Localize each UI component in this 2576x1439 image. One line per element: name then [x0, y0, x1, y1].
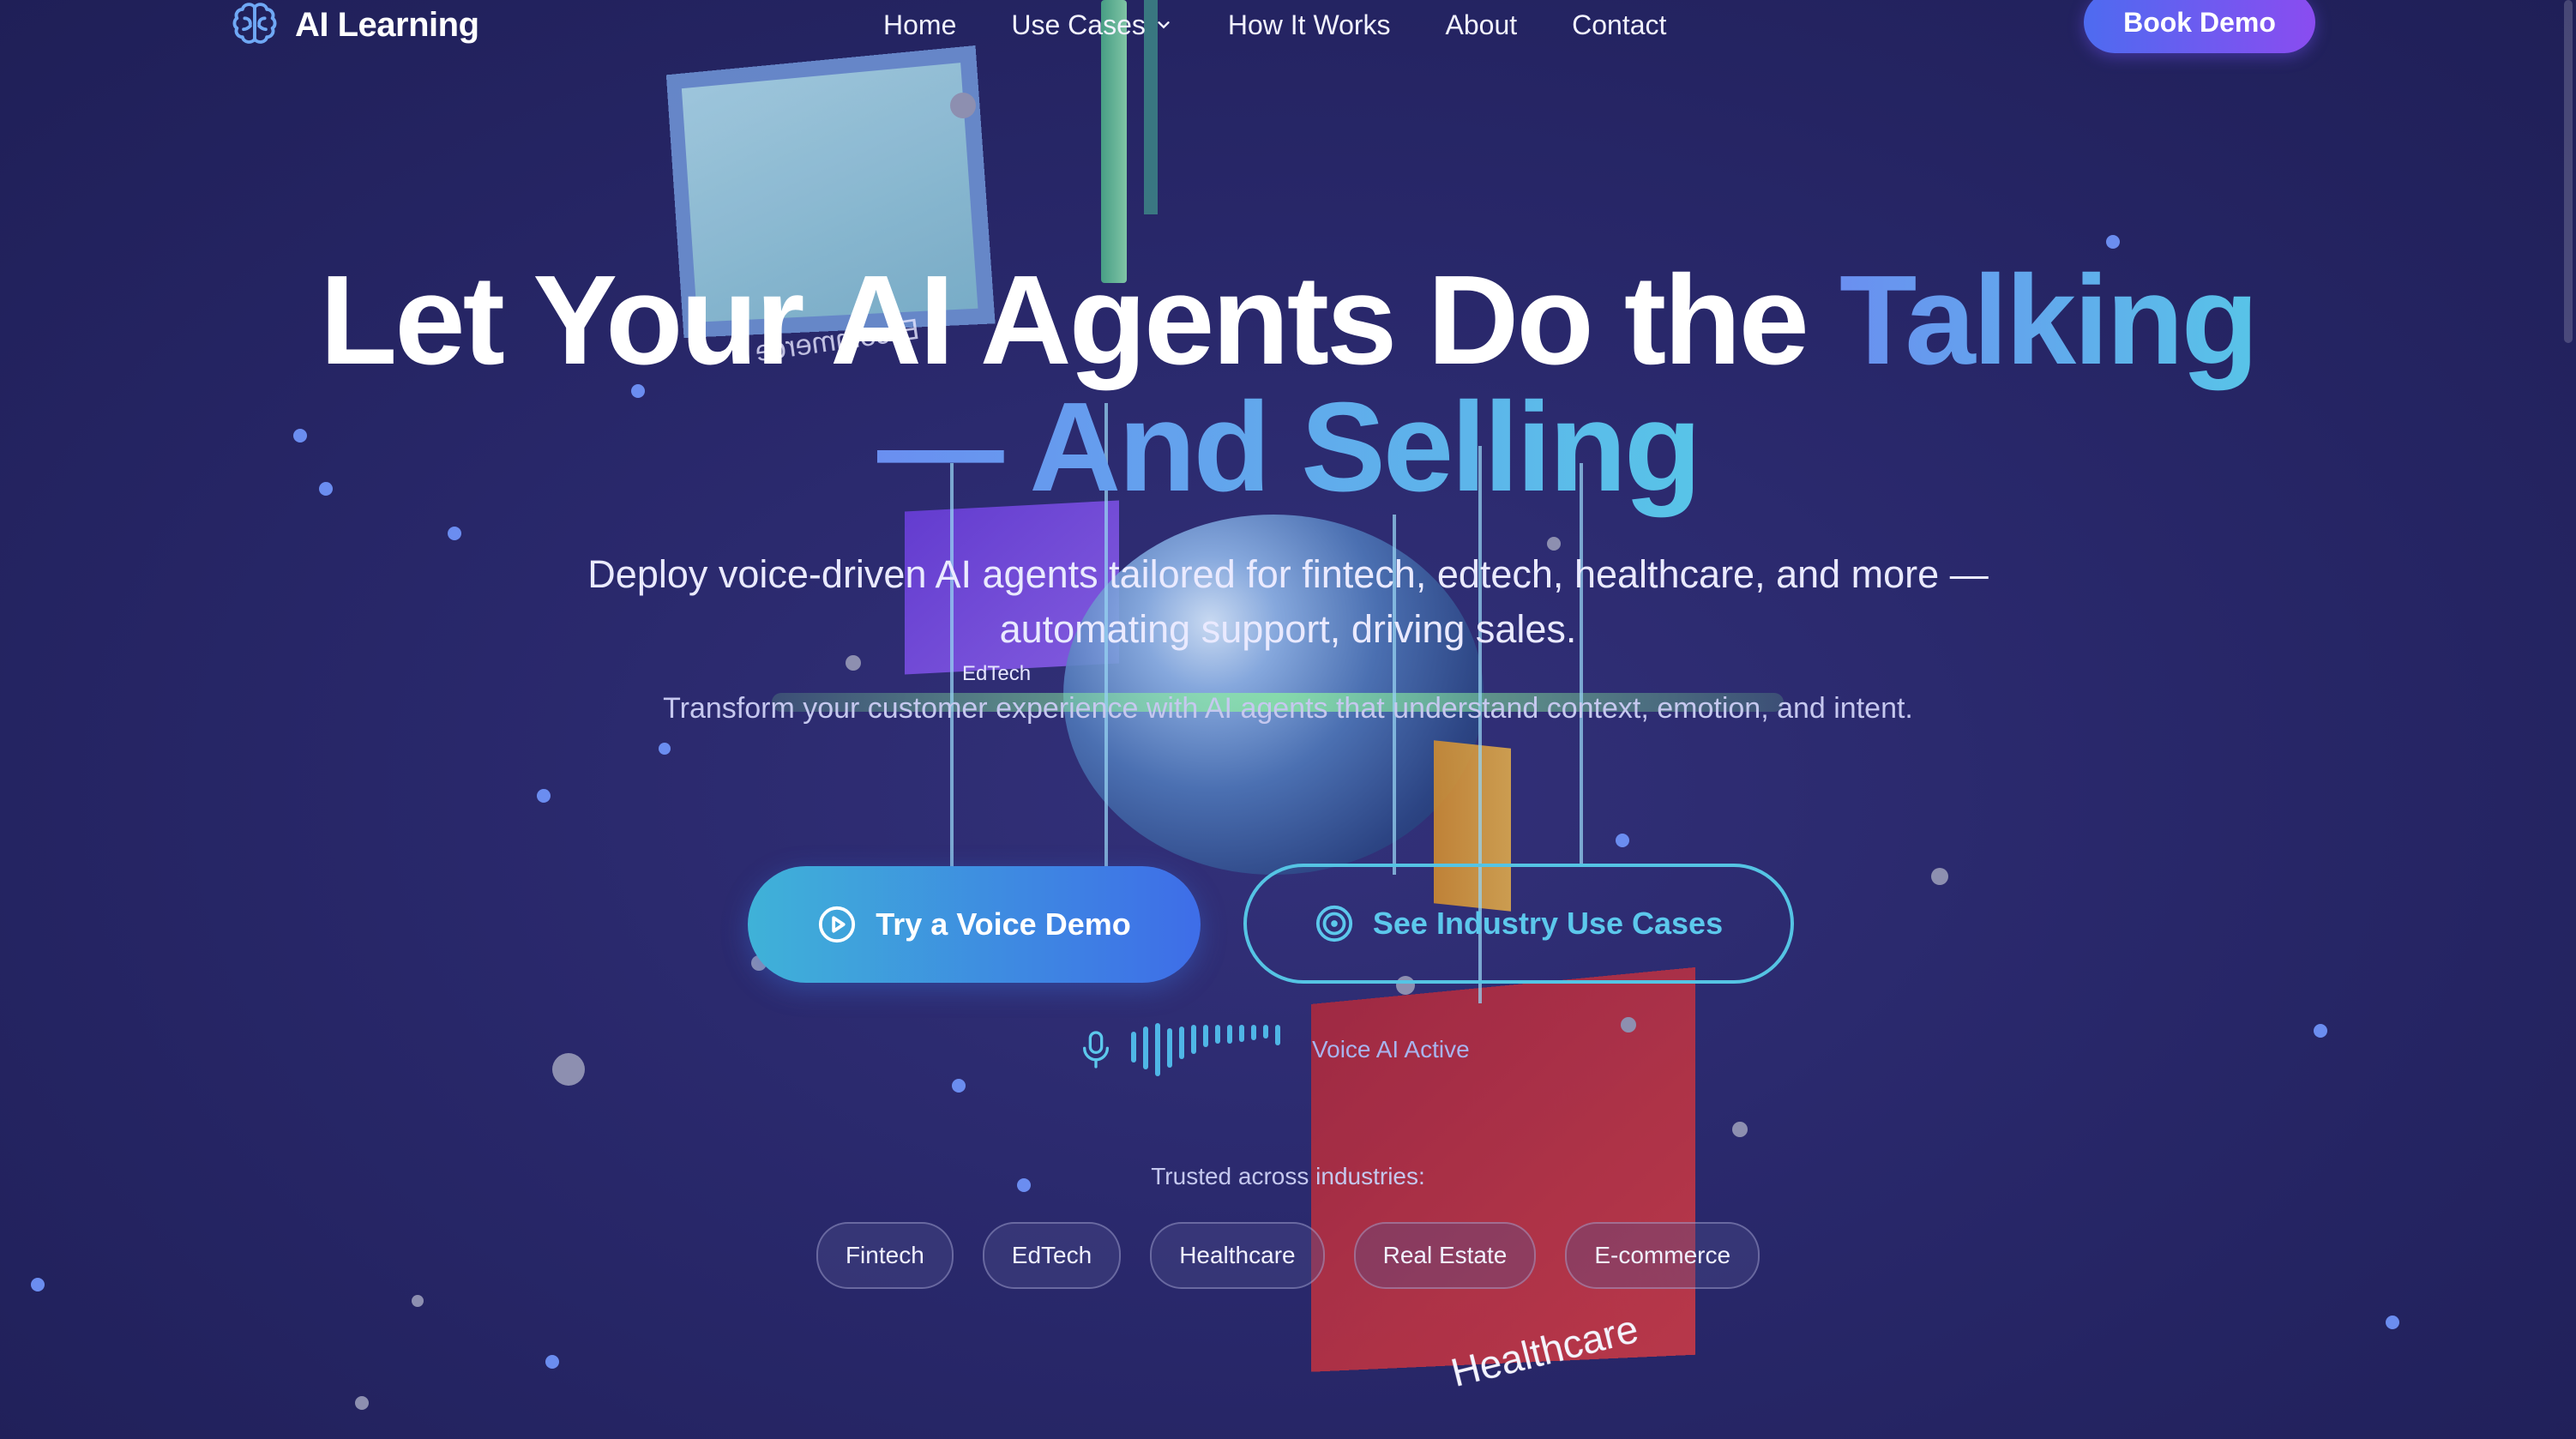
- particle: [2386, 1316, 2399, 1329]
- scene-label-edtech: EdTech: [962, 662, 1032, 685]
- try-voice-demo-label: Try a Voice Demo: [876, 906, 1131, 942]
- target-icon: [1315, 905, 1352, 942]
- hero-title: Let Your AI Agents Do the Talking — And …: [0, 257, 2576, 511]
- particle: [2106, 235, 2120, 249]
- hero-title-line1: Let Your AI Agents Do the: [319, 250, 1839, 391]
- particle: [2314, 1024, 2327, 1038]
- scrollbar[interactable]: [2564, 0, 2573, 343]
- waveform-icon: [1131, 1023, 1280, 1076]
- nav-contact[interactable]: Contact: [1572, 9, 1666, 41]
- particle: [448, 527, 461, 540]
- particle: [545, 1355, 559, 1369]
- particle: [950, 93, 976, 118]
- industry-pill-healthcare[interactable]: Healthcare: [1150, 1222, 1325, 1289]
- particle: [552, 1053, 585, 1086]
- industry-pill-edtech[interactable]: EdTech: [982, 1222, 1122, 1289]
- scene-line: [1580, 463, 1583, 866]
- voice-status: Voice AI Active: [1079, 1022, 1470, 1077]
- nav-use-cases-label: Use Cases: [1011, 9, 1146, 40]
- hero-description: Transform your customer experience with …: [0, 684, 2576, 732]
- voice-status-label: Voice AI Active: [1312, 1036, 1470, 1063]
- industry-pill-real-estate[interactable]: Real Estate: [1353, 1222, 1537, 1289]
- hero-subtitle: Deploy voice-driven AI agents tailored f…: [0, 547, 2576, 657]
- particle: [412, 1295, 424, 1307]
- particle: [659, 743, 671, 755]
- main-nav: Home Use Cases How It Works About Contac…: [883, 0, 1721, 50]
- chevron-down-icon: [1158, 21, 1170, 29]
- nav-use-cases[interactable]: Use Cases: [1011, 9, 1173, 41]
- brand-name: AI Learning: [295, 5, 479, 44]
- try-voice-demo-button[interactable]: Try a Voice Demo: [748, 866, 1201, 983]
- particle: [537, 789, 551, 803]
- nav-how-it-works-label: How It Works: [1227, 9, 1391, 40]
- nav-home-label: Home: [883, 9, 957, 40]
- nav-how-it-works[interactable]: How It Works: [1228, 9, 1391, 41]
- industry-pills: Fintech EdTech Healthcare Real Estate E-…: [0, 1222, 2576, 1289]
- industry-pill-fintech[interactable]: Fintech: [816, 1222, 954, 1289]
- particle: [1621, 1017, 1636, 1033]
- hero-title-highlight: Talking: [1839, 250, 2259, 391]
- nav-contact-label: Contact: [1572, 9, 1667, 40]
- brain-icon: [232, 3, 277, 44]
- brand-logo[interactable]: AI Learning: [228, 0, 479, 50]
- particle: [846, 655, 861, 671]
- particle: [1931, 868, 1948, 885]
- nav-about-label: About: [1445, 9, 1518, 40]
- nav-home[interactable]: Home: [883, 9, 956, 41]
- scene-line: [950, 463, 954, 866]
- play-circle-icon: [819, 906, 856, 943]
- trusted-label: Trusted across industries:: [1151, 1163, 1425, 1189]
- hero-subtitle-text: Deploy voice-driven AI agents tailored f…: [587, 552, 1989, 651]
- see-use-cases-button[interactable]: See Industry Use Cases: [1243, 864, 1794, 984]
- microphone-icon: [1083, 1031, 1109, 1069]
- industry-pill-ecommerce[interactable]: E-commerce: [1565, 1222, 1760, 1289]
- hero-description-text: Transform your customer experience with …: [663, 692, 1913, 725]
- book-demo-button[interactable]: Book Demo: [2084, 0, 2315, 53]
- particle: [1616, 834, 1629, 847]
- particle: [952, 1079, 966, 1093]
- particle: [355, 1396, 369, 1410]
- see-use-cases-label: See Industry Use Cases: [1372, 906, 1724, 941]
- nav-about[interactable]: About: [1446, 9, 1518, 41]
- hero-title-highlight-2: — And Selling: [876, 376, 1702, 518]
- particle: [1732, 1122, 1748, 1137]
